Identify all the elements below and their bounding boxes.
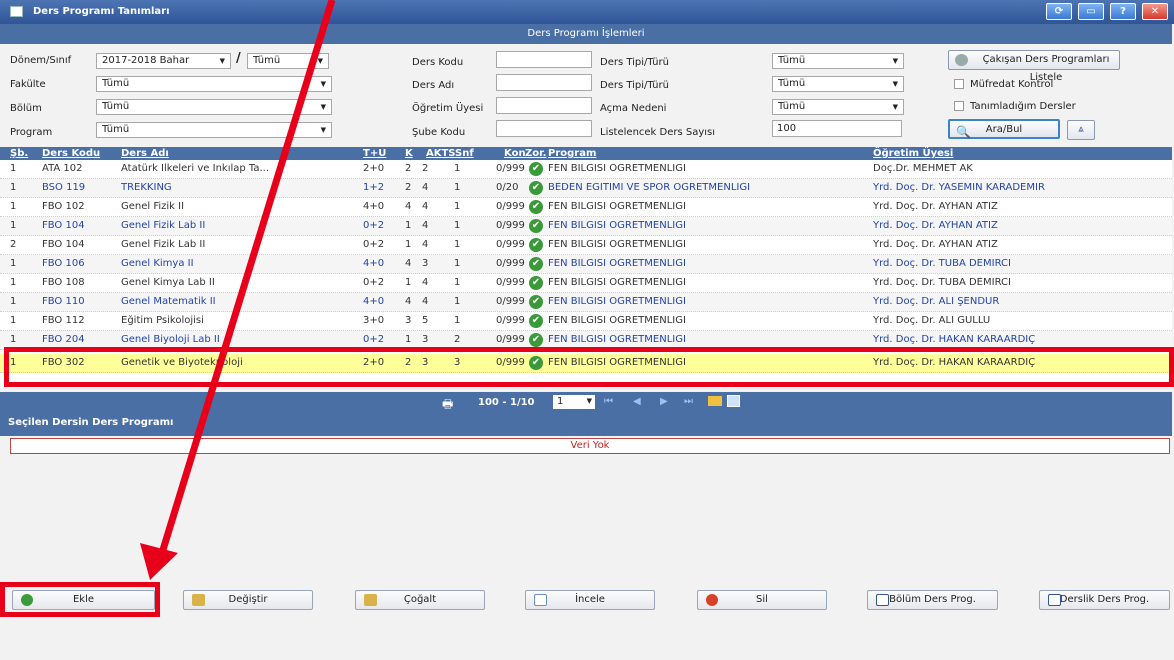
arrow-annotation [140,0,336,580]
arrow-line [158,0,336,555]
app-window: Ders Programı Tanımları ⟳ ▭ ? ✕ Ders Pro… [0,0,1174,660]
arrow-head-icon [140,543,178,580]
